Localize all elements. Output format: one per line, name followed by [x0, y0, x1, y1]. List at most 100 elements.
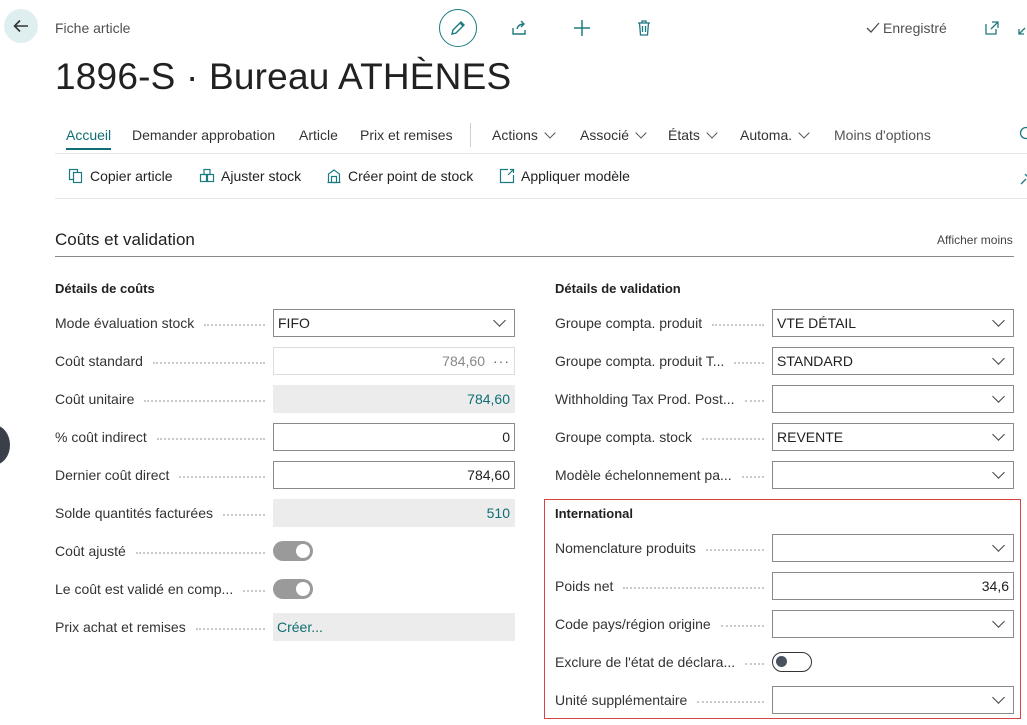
tab-item[interactable]: Article — [299, 127, 338, 143]
last-direct-cost-input[interactable]: 784,60 — [273, 461, 515, 489]
action-label: Appliquer modèle — [521, 168, 630, 184]
chevron-down-icon — [635, 126, 647, 139]
tab-reports[interactable]: États — [668, 126, 718, 143]
deferral-template-select[interactable] — [772, 461, 1014, 489]
pin-button[interactable] — [1019, 170, 1027, 186]
share-icon — [512, 20, 526, 35]
chevron-down-icon — [798, 126, 810, 139]
dot-leader — [705, 549, 764, 551]
delete-button[interactable] — [625, 9, 663, 47]
dot-leader — [697, 701, 764, 703]
edit-button[interactable] — [439, 9, 477, 47]
chevron-down-icon — [992, 466, 1005, 479]
supplementary-unit-select[interactable] — [772, 686, 1014, 714]
select-value: FIFO — [278, 315, 310, 331]
tab-request-approval[interactable]: Demander approbation — [132, 127, 275, 143]
net-weight-input[interactable]: 34,6 — [772, 572, 1014, 600]
purchase-prices-label: Prix achat et remises — [55, 619, 273, 635]
invoiced-quantity-label: Solde quantités facturées — [55, 505, 273, 521]
chevron-down-icon — [992, 352, 1005, 365]
chevron-down-icon — [992, 539, 1005, 552]
withholding-tax-select[interactable] — [772, 385, 1014, 413]
gen-prod-posting-group-select[interactable]: VTE DÉTAIL — [772, 309, 1014, 337]
action-label: Ajuster stock — [221, 168, 302, 184]
exclude-intrastat-toggle[interactable] — [772, 652, 812, 672]
action-label: Créer point de stock — [348, 168, 474, 184]
label-text: Le coût est validé en comp... — [55, 581, 234, 597]
search-icon — [1019, 126, 1027, 140]
field-value: 784,60 — [442, 353, 485, 369]
search-button[interactable] — [1019, 126, 1027, 144]
arrow-left-icon — [13, 19, 28, 33]
indirect-cost-input[interactable]: 0 — [273, 423, 515, 451]
dot-leader — [741, 476, 764, 478]
collapse-icon — [1018, 27, 1026, 35]
costing-method-select[interactable]: FIFO — [273, 309, 515, 337]
page-type-label: Fiche article — [55, 20, 131, 36]
cost-adjusted-toggle[interactable] — [273, 541, 313, 561]
tab-fewer-options[interactable]: Moins d'options — [834, 127, 931, 143]
label-text: Coût standard — [55, 353, 143, 369]
label-text: Prix achat et remises — [55, 619, 186, 635]
tab-prices-discounts[interactable]: Prix et remises — [360, 127, 453, 143]
label-text: Coût unitaire — [55, 391, 135, 407]
purchase-prices-link[interactable]: Créer... — [273, 613, 515, 641]
dot-leader — [144, 400, 265, 402]
side-panel-handle[interactable] — [0, 425, 10, 465]
more-options-icon[interactable]: ··· — [493, 353, 510, 369]
open-new-window-button[interactable] — [974, 9, 1010, 47]
label-text: Modèle échelonnement pa... — [555, 467, 732, 483]
apply-template-button[interactable]: Appliquer modèle — [499, 168, 630, 184]
inventory-posting-group-select[interactable]: REVENTE — [772, 423, 1014, 451]
standard-cost-field[interactable]: 784,60 ··· — [273, 347, 515, 375]
copy-item-button[interactable]: Copier article — [68, 168, 172, 184]
label-text: Nomenclature produits — [555, 540, 696, 556]
collapse-button[interactable] — [1017, 20, 1027, 36]
select-value: VTE DÉTAIL — [777, 315, 857, 331]
tab-automate[interactable]: Automa. — [740, 126, 810, 143]
tariff-no-select[interactable] — [772, 534, 1014, 562]
country-of-origin-select[interactable] — [772, 610, 1014, 638]
vat-prod-posting-group-label: Groupe compta. produit T... — [555, 353, 772, 369]
cost-posted-gl-toggle[interactable] — [273, 579, 313, 599]
chevron-down-icon — [706, 126, 718, 139]
standard-cost-label: Coût standard — [55, 353, 273, 369]
share-button[interactable] — [500, 9, 538, 47]
save-status-text: Enregistré — [883, 20, 947, 36]
tab-label: Associé — [580, 127, 630, 143]
dot-leader — [204, 324, 265, 326]
select-value: REVENTE — [777, 429, 844, 445]
dot-leader — [745, 663, 764, 665]
adjust-inventory-button[interactable]: Ajuster stock — [199, 168, 301, 184]
vat-prod-posting-group-select[interactable]: STANDARD — [772, 347, 1014, 375]
pin-icon — [1020, 173, 1027, 185]
action-bar-divider — [55, 198, 1027, 199]
tab-home[interactable]: Accueil — [66, 127, 112, 150]
tab-related[interactable]: Associé — [580, 126, 647, 143]
field-value: 0 — [502, 429, 510, 445]
inventory-posting-group-label: Groupe compta. stock — [555, 429, 772, 445]
create-stockkeeping-unit-button[interactable]: Créer point de stock — [326, 168, 473, 184]
show-less-link[interactable]: Afficher moins — [937, 233, 1013, 247]
posting-heading: Détails de validation — [555, 281, 681, 296]
new-button[interactable] — [563, 9, 601, 47]
tab-actions[interactable]: Actions — [492, 126, 556, 143]
tab-label: Actions — [492, 127, 538, 143]
unit-cost-value[interactable]: 784,60 — [273, 385, 515, 413]
international-heading: International — [555, 506, 634, 521]
invoiced-quantity-value[interactable]: 510 — [273, 499, 515, 527]
section-title[interactable]: Coûts et validation — [55, 230, 195, 250]
cost-posted-gl-label: Le coût est validé en comp... — [55, 581, 273, 597]
back-button[interactable] — [4, 9, 38, 43]
label-text: Withholding Tax Prod. Post... — [555, 391, 735, 407]
dot-leader — [712, 324, 764, 326]
label-text: Groupe compta. produit T... — [555, 353, 725, 369]
chevron-down-icon — [992, 314, 1005, 327]
cost-adjusted-label: Coût ajusté — [55, 543, 273, 559]
page-title: 1896-S · Bureau ATHÈNES — [55, 56, 512, 97]
label-text: Exclure de l'état de déclara... — [555, 654, 736, 670]
field-value: 34,6 — [981, 578, 1009, 594]
dot-leader — [701, 438, 764, 440]
label-text: Coût ajusté — [55, 543, 126, 559]
dot-leader — [179, 476, 265, 478]
